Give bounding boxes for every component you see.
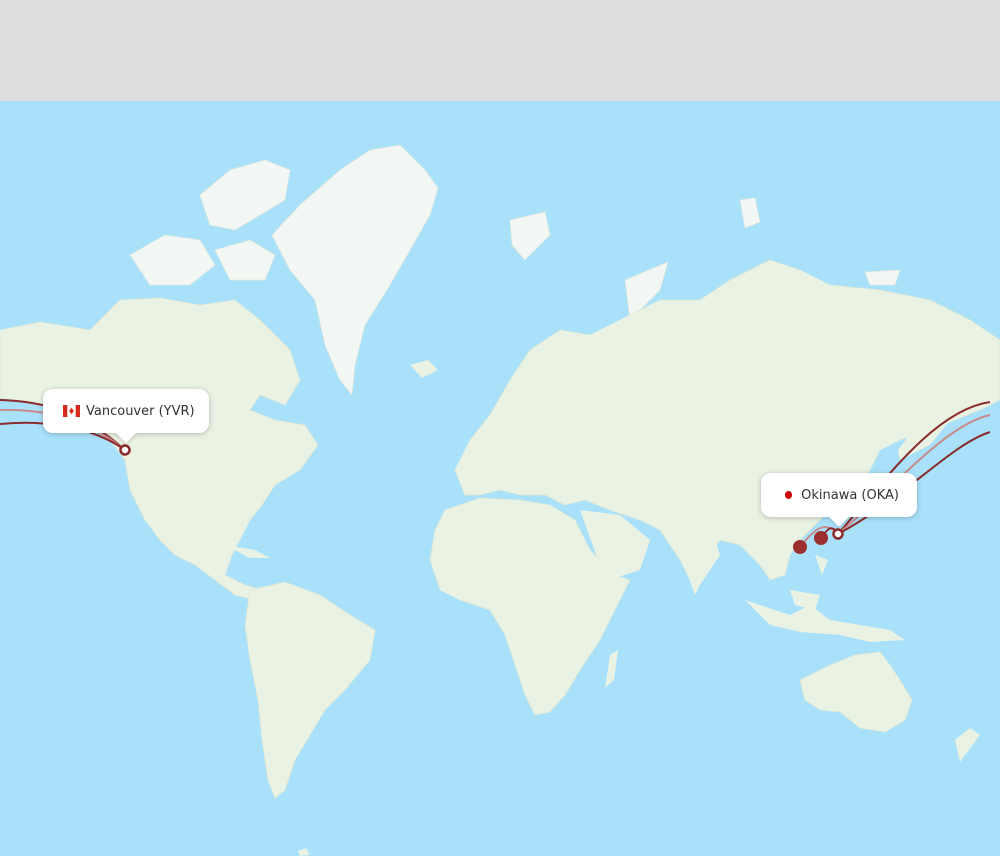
connection-marker-1[interactable] — [793, 540, 807, 554]
airport-marker-oka[interactable] — [832, 528, 844, 540]
top-band — [0, 0, 1000, 101]
origin-airport-label[interactable]: Vancouver (YVR) — [43, 389, 209, 433]
connection-marker-2[interactable] — [814, 531, 828, 545]
destination-airport-label[interactable]: Okinawa (OKA) — [761, 473, 917, 517]
origin-airport-name: Vancouver (YVR) — [86, 403, 195, 419]
destination-airport-name: Okinawa (OKA) — [801, 487, 899, 503]
airport-marker-yvr[interactable] — [119, 444, 131, 456]
canada-flag-icon — [63, 405, 80, 417]
japan-flag-icon — [785, 491, 793, 499]
